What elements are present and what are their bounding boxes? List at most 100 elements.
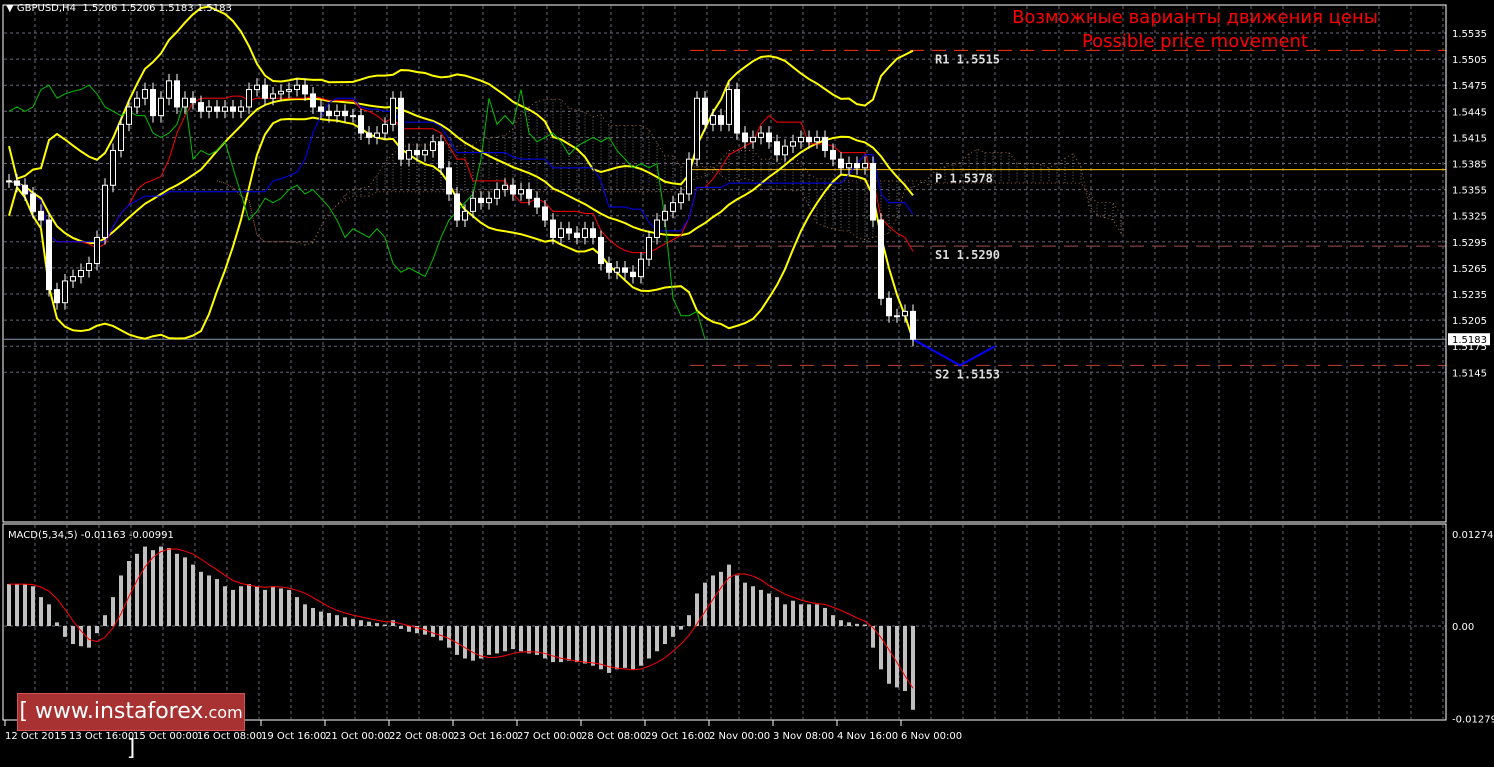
macd-bar	[687, 615, 691, 626]
macd-bar	[375, 623, 379, 626]
candle-body	[214, 106, 220, 112]
candle-body	[462, 210, 468, 221]
macd-bar	[471, 626, 475, 661]
macd-bar	[87, 626, 91, 648]
macd-bar	[663, 626, 667, 645]
macd-bar	[151, 550, 155, 626]
macd-bar	[63, 626, 67, 637]
x-tick-label: 29 Oct 16:00	[645, 731, 710, 742]
candle-body	[846, 163, 852, 169]
candle-body	[510, 184, 516, 195]
logo-text: www.instaforex	[34, 699, 204, 724]
price-chart[interactable]: R1 1.5515 P 1.5378 S1 1.5290 S2 1.5153 1.55…	[0, 0, 1494, 744]
forecast-path	[912, 338, 996, 367]
macd-bar	[23, 584, 27, 626]
y-tick-label: 1.5355	[1452, 186, 1487, 197]
macd-bar	[119, 575, 123, 626]
y-tick-label: 1.5145	[1452, 368, 1487, 379]
candle-body	[166, 80, 172, 99]
candle-body	[574, 232, 580, 238]
candle-body	[326, 110, 332, 117]
macd-bar	[455, 626, 459, 655]
macd-bar	[847, 622, 851, 626]
macd-bar	[263, 589, 267, 626]
chikou-span	[8, 84, 706, 340]
macd-bar	[671, 626, 675, 637]
candle-body	[678, 193, 684, 204]
x-tick-label: 27 Oct 00:00	[517, 731, 582, 742]
macd-bar	[7, 584, 11, 626]
y-tick-label: 1.5475	[1452, 81, 1487, 92]
macd-panel-frame	[2, 523, 1447, 721]
annotation-line-ru: Возможные варианты движения цены	[1012, 7, 1378, 28]
ohlc-values: 1.5206 1.5206 1.5183 1.5183	[82, 3, 232, 14]
macd-bar	[815, 604, 819, 626]
x-tick-label: 22 Oct 08:00	[389, 731, 454, 742]
candle-body	[414, 149, 420, 156]
candle-body	[46, 219, 52, 291]
macd-bar	[591, 626, 595, 666]
candle-body	[638, 258, 644, 278]
macd-bar	[887, 626, 891, 684]
candle-body	[790, 141, 796, 147]
candle-body	[230, 106, 236, 112]
candle-body	[342, 110, 348, 117]
macd-bar	[39, 597, 43, 626]
candle-body	[478, 197, 484, 204]
macd-bar	[879, 626, 883, 670]
candle-body	[606, 263, 612, 273]
macd-bar	[391, 620, 395, 626]
macd-bar	[751, 586, 755, 626]
candle-body	[750, 136, 756, 143]
candle-body	[110, 149, 116, 186]
x-tick-label: 23 Oct 16:00	[453, 731, 518, 742]
x-tick-label: 15 Oct 00:00	[133, 731, 198, 742]
macd-bar	[823, 607, 827, 626]
y-tick-label: 1.5385	[1452, 160, 1487, 171]
candle-body	[886, 297, 892, 317]
candle-body	[534, 197, 540, 208]
candle-body	[582, 228, 588, 238]
tenkan-sen	[8, 95, 914, 254]
current-price-label: 1.5183	[1452, 335, 1487, 346]
candle-body	[190, 97, 196, 104]
macd-bar	[31, 586, 35, 626]
macd-bar	[399, 626, 403, 629]
bollinger-middle	[8, 97, 914, 245]
instaforex-logo[interactable]: [ www.instaforex.com ]	[17, 693, 245, 761]
candle-body	[430, 141, 436, 151]
macd-tick-label: -0.01279	[1452, 714, 1494, 725]
macd-bar	[855, 623, 859, 626]
macd-bar	[279, 588, 283, 626]
macd-bar	[55, 622, 59, 626]
x-tick-label: 12 Oct 2015	[5, 731, 67, 742]
y-tick-label: 1.5505	[1452, 55, 1487, 66]
macd-bar	[719, 571, 723, 626]
candle-body	[390, 97, 396, 125]
macd-bar	[863, 624, 867, 626]
macd-bar	[383, 624, 387, 626]
candle-body	[486, 197, 492, 204]
macd-bar	[767, 593, 771, 626]
macd-bar	[191, 564, 195, 626]
candle-body	[54, 289, 60, 304]
macd-bar	[575, 626, 579, 663]
macd-bar	[215, 579, 219, 626]
candle-body	[86, 263, 92, 272]
macd-bar	[535, 626, 539, 655]
candle-body	[894, 315, 900, 318]
macd-bar	[103, 615, 107, 626]
macd-bar	[159, 546, 163, 626]
annotation-line-en: Possible price movement	[1081, 31, 1309, 52]
macd-bar	[343, 617, 347, 626]
candle-body	[782, 145, 788, 156]
macd-bar	[439, 626, 443, 641]
y-tick-label: 1.5295	[1452, 238, 1487, 249]
candle-body	[686, 158, 692, 195]
macd-bar	[47, 604, 51, 626]
candle-body	[806, 136, 812, 143]
x-tick-label: 13 Oct 16:00	[69, 731, 134, 742]
candle-body	[822, 136, 828, 151]
candle-body	[422, 149, 428, 156]
x-tick-label: 4 Nov 16:00	[837, 731, 898, 742]
